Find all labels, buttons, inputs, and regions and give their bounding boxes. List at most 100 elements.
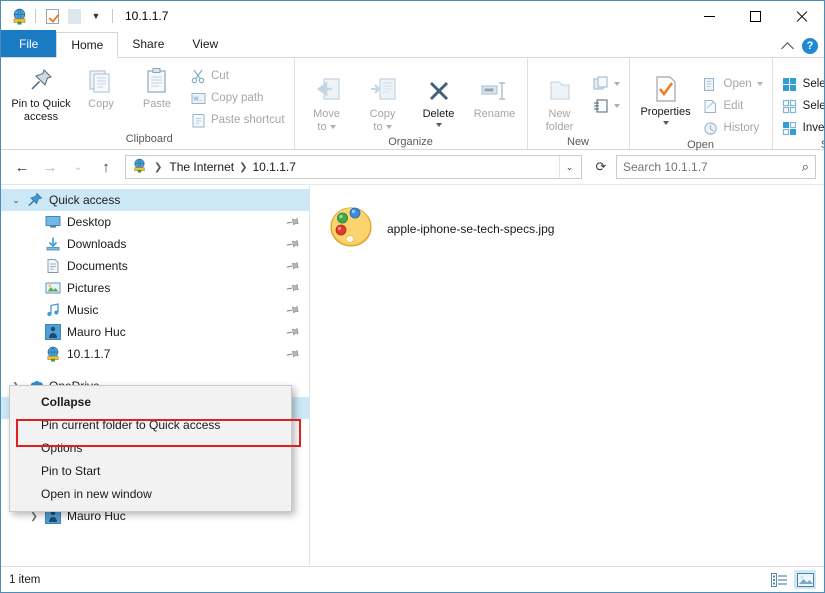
close-button[interactable] xyxy=(778,1,824,31)
search-icon[interactable]: ⌕ xyxy=(802,159,809,175)
copy-path-button[interactable]: W... Copy path xyxy=(185,87,290,109)
open-caret-icon[interactable] xyxy=(757,82,763,86)
ribbon-group-label-new: New xyxy=(532,136,625,151)
easy-access-icon xyxy=(593,98,609,114)
breadcrumb-separator-2[interactable]: ❯ xyxy=(236,162,250,173)
refresh-button[interactable]: ⟳ xyxy=(588,154,614,180)
search-input[interactable] xyxy=(623,160,802,174)
sidebar-item-10-1-1-7[interactable]: 10.1.1.7 xyxy=(1,343,309,365)
pin-icon[interactable] xyxy=(285,302,302,319)
paint-image-icon xyxy=(327,202,375,255)
details-view-button[interactable] xyxy=(768,570,790,589)
properties-button[interactable]: Properties xyxy=(634,69,698,128)
address-bar: ← → ⌄ ↑ ❯ The Internet ❯ 10.1.1.7 xyxy=(1,150,824,184)
pin-to-quick-access-label-1: Pin to Quick xyxy=(11,98,70,111)
pin-to-quick-access-button[interactable]: Pin to Quick access xyxy=(9,61,73,126)
sidebar-item-documents[interactable]: Documents xyxy=(1,255,309,277)
pin-icon[interactable] xyxy=(285,236,302,253)
up-button[interactable]: ↑ xyxy=(93,154,119,180)
tab-home[interactable]: Home xyxy=(56,32,118,58)
select-none-button[interactable]: Select none xyxy=(777,95,825,117)
easy-access-button[interactable] xyxy=(588,95,625,117)
sidebar-item-pictures[interactable]: Pictures xyxy=(1,277,309,299)
context-menu-item-pin-current-folder[interactable]: Pin current folder to Quick access xyxy=(10,413,291,436)
breadcrumb-separator-1[interactable]: ❯ xyxy=(151,162,165,173)
context-menu-item-collapse[interactable]: Collapse xyxy=(10,390,291,413)
maximize-button[interactable] xyxy=(732,1,778,31)
back-button[interactable]: ← xyxy=(9,154,35,180)
delete-button[interactable]: Delete xyxy=(411,71,467,130)
pin-icon[interactable] xyxy=(285,280,302,297)
pin-icon[interactable] xyxy=(285,324,302,341)
chevron-up-icon[interactable] xyxy=(781,42,794,55)
tab-view[interactable]: View xyxy=(178,31,232,57)
pin-icon[interactable] xyxy=(285,214,302,231)
tab-share[interactable]: Share xyxy=(118,31,178,57)
paste-button[interactable]: Paste xyxy=(129,61,185,114)
expander-placeholder xyxy=(25,321,43,343)
paste-shortcut-label: Paste shortcut xyxy=(211,114,285,126)
search-box[interactable]: ⌕ xyxy=(616,155,816,179)
minimize-button[interactable] xyxy=(686,1,732,31)
user-icon xyxy=(43,323,63,341)
properties-label: Properties xyxy=(640,106,690,119)
file-explorer-window: ▼ 10.1.1.7 File Home Share View ? xyxy=(0,0,825,593)
edit-icon xyxy=(703,98,719,114)
title-bar: ▼ 10.1.1.7 xyxy=(1,1,824,31)
breadcrumb-label-host: 10.1.1.7 xyxy=(253,160,296,174)
new-folder-button[interactable]: New folder xyxy=(532,71,588,136)
move-to-caret-icon[interactable] xyxy=(330,125,336,129)
sidebar-item-desktop[interactable]: Desktop xyxy=(1,211,309,233)
easy-access-caret-icon[interactable] xyxy=(614,104,620,108)
chevron-down-icon[interactable]: ⌄ xyxy=(7,189,25,211)
rename-button[interactable]: Rename xyxy=(467,71,523,124)
open-label: Open xyxy=(724,78,752,90)
sidebar-item-music[interactable]: Music xyxy=(1,299,309,321)
recent-locations-button[interactable]: ⌄ xyxy=(65,154,91,180)
forward-button[interactable]: → xyxy=(37,154,63,180)
cut-button[interactable]: Cut xyxy=(185,65,290,87)
open-button[interactable]: Open xyxy=(698,73,768,95)
pin-icon[interactable] xyxy=(285,346,302,363)
history-button[interactable]: History xyxy=(698,117,768,139)
select-none-label: Select none xyxy=(803,100,825,112)
breadcrumb-internet[interactable]: ❯ The Internet xyxy=(130,158,236,176)
select-all-label: Select all xyxy=(803,78,825,90)
invert-selection-button[interactable]: Invert selection xyxy=(777,117,825,139)
context-menu-item-options[interactable]: Options xyxy=(10,436,291,459)
copy-to-button[interactable]: Copy to xyxy=(355,71,411,136)
tab-file[interactable]: File xyxy=(1,30,56,57)
move-to-button[interactable]: Move to xyxy=(299,71,355,136)
content-pane[interactable]: apple-iphone-se-tech-specs.jpg xyxy=(310,185,824,565)
context-menu-item-pin-to-start[interactable]: Pin to Start xyxy=(10,459,291,482)
delete-caret-icon[interactable] xyxy=(436,123,442,127)
sidebar-item-mauro-huc[interactable]: Mauro Huc xyxy=(1,321,309,343)
paste-shortcut-button[interactable]: Paste shortcut xyxy=(185,109,290,131)
select-all-button[interactable]: Select all xyxy=(777,73,825,95)
ribbon-group-label-organize: Organize xyxy=(299,136,523,151)
breadcrumb-host[interactable]: 10.1.1.7 xyxy=(251,160,298,174)
list-item[interactable]: apple-iphone-se-tech-specs.jpg xyxy=(324,199,614,258)
new-item-caret-icon[interactable] xyxy=(614,82,620,86)
properties-icon[interactable] xyxy=(42,7,62,25)
address-dropdown-button[interactable]: ⌄ xyxy=(559,156,579,178)
copy-button[interactable]: Copy xyxy=(73,61,129,114)
customize-quick-access-caret[interactable]: ▼ xyxy=(86,7,106,25)
sidebar-item-label: Quick access xyxy=(49,193,120,207)
rename-label: Rename xyxy=(474,108,516,121)
large-icons-view-button[interactable] xyxy=(794,570,816,589)
new-item-button[interactable] xyxy=(588,73,625,95)
pin-icon[interactable] xyxy=(285,258,302,275)
edit-button[interactable]: Edit xyxy=(698,95,768,117)
sidebar-item-quick-access[interactable]: ⌄ Quick access xyxy=(1,189,309,211)
context-menu-item-open-in-new-window[interactable]: Open in new window xyxy=(10,482,291,505)
new-folder-icon[interactable] xyxy=(64,7,84,25)
sidebar-item-downloads[interactable]: Downloads xyxy=(1,233,309,255)
copy-to-caret-icon[interactable] xyxy=(386,125,392,129)
status-bar: 1 item xyxy=(1,566,824,592)
address-field[interactable]: ❯ The Internet ❯ 10.1.1.7 ⌄ xyxy=(125,155,582,179)
properties-caret-icon[interactable] xyxy=(663,121,669,125)
help-icon[interactable]: ? xyxy=(802,38,818,54)
expander-placeholder xyxy=(25,299,43,321)
invert-selection-label: Invert selection xyxy=(803,122,825,134)
